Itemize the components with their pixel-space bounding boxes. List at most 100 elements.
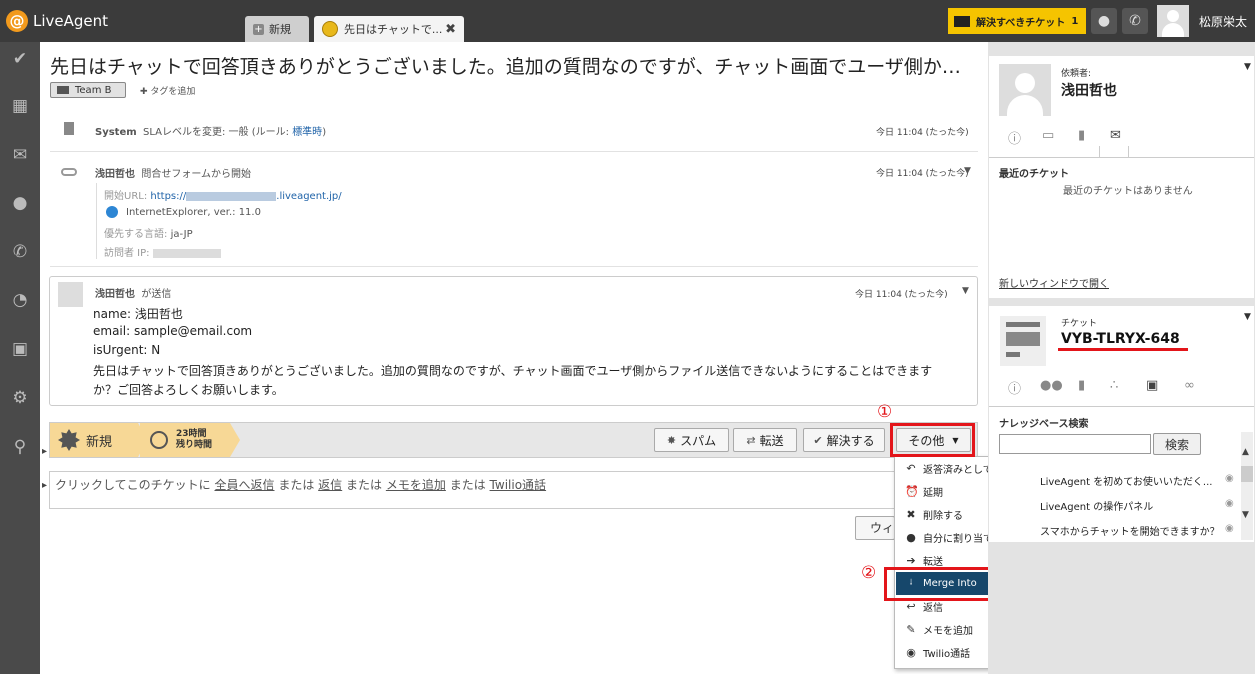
resolve-button[interactable]: ✔ 解決する [803, 428, 885, 452]
envelope-icon [954, 15, 970, 27]
sidebar-reports-icon[interactable]: ◔ [0, 285, 40, 315]
reply-prompt: クリックしてこのチケットに 全員へ返信 または 返信 または メモを追加 または… [55, 476, 546, 493]
spam-button[interactable]: ✸ スパム [654, 428, 729, 452]
users-icon[interactable]: ●● [1040, 378, 1063, 393]
sidebar-knowledgebase-icon[interactable]: ▣ [0, 334, 40, 364]
pending-label: 解決すべきチケット [976, 17, 1066, 29]
recent-tickets-label: 最近のチケット [999, 169, 1069, 180]
eye-icon[interactable]: ◉ [1225, 523, 1234, 534]
book-icon[interactable]: ▣ [1146, 378, 1158, 393]
logo[interactable]: @ LiveAgent [6, 8, 108, 34]
monitor-icon[interactable]: ▭ [1042, 128, 1054, 143]
forward-button[interactable]: ⇄ 転送 [733, 428, 797, 452]
reply-all-link[interactable]: 全員へ返信 [214, 478, 274, 492]
info-icon[interactable]: ⓘ [1008, 128, 1021, 147]
link-icon [61, 168, 77, 176]
message-author: 浅田哲也 [95, 289, 135, 300]
ticket-thumbnail [1000, 316, 1046, 366]
contact-event: 浅田哲也 問合せフォームから開始 [95, 165, 251, 180]
collapse-handle[interactable]: ▸ [42, 446, 47, 457]
kb-search-button[interactable]: 検索 [1153, 433, 1201, 455]
system-time: 今日 11:04 (たった今) [876, 128, 969, 138]
menu-item-label: メモを追加 [923, 626, 973, 637]
system-text-close: ) [322, 127, 327, 138]
sidebar-email-icon[interactable]: ✉ [0, 140, 40, 170]
ticket-title: 先日はチャットで回答頂きありがとうございました。追加の質問なのですが、チャット画… [50, 56, 975, 78]
phone-icon: ✆ [1129, 13, 1141, 29]
logo-text: LiveAgent [33, 12, 109, 30]
envelope-icon[interactable]: ✉ [1110, 128, 1121, 143]
document-icon [64, 122, 74, 135]
eye-icon[interactable]: ◉ [1225, 473, 1234, 484]
chevron-down-icon[interactable]: ▼ [1244, 312, 1251, 322]
sidebar-check-icon[interactable]: ✔ [0, 44, 40, 74]
sla-timer: 23時間 残り時間 [140, 423, 240, 457]
requester-name[interactable]: 浅田哲也 [1061, 80, 1117, 100]
collapse-handle[interactable]: ▸ [42, 480, 47, 491]
chevron-down-icon[interactable]: ▼ [1242, 510, 1249, 520]
annotation-number-2: ② [861, 563, 877, 583]
twilio-call-link[interactable]: Twilio通話 [490, 478, 547, 492]
sidebar-phone-icon[interactable]: ✆ [0, 237, 40, 267]
message-line: isUrgent: N [93, 343, 161, 357]
document-icon[interactable]: ▮ [1078, 128, 1085, 143]
start-url-label: 開始URL: [104, 191, 148, 202]
menu-item-label: 転送 [923, 557, 943, 568]
chevron-down-icon[interactable]: ▼ [962, 286, 969, 296]
tab-new[interactable]: + 新規 [245, 16, 309, 42]
menu-item-label: 削除する [923, 511, 963, 522]
sidebar-search-icon[interactable]: ⚲ [0, 432, 40, 462]
clock-icon [150, 431, 168, 449]
user-avatar[interactable] [1157, 5, 1189, 37]
info-icon[interactable]: ⓘ [1008, 378, 1021, 397]
kb-item[interactable]: LiveAgent の操作パネル [1040, 498, 1220, 513]
plus-icon: + [253, 23, 264, 35]
team-tag[interactable]: Team B [50, 82, 126, 98]
chat-button[interactable]: ● [1091, 8, 1117, 34]
paperclip-icon[interactable]: ∞ [1184, 378, 1195, 393]
message-header: 浅田哲也 が送信 [95, 285, 171, 300]
twilio-icon: ◉ [906, 646, 916, 659]
close-tab-icon[interactable]: ✖ [445, 22, 456, 37]
kb-item[interactable]: スマホからチャットを開始できますか？ [1040, 523, 1220, 538]
new-badge-icon [58, 429, 80, 451]
add-tag-label: タグを追加 [150, 87, 196, 97]
add-tag-link[interactable]: ✚ タグを追加 [140, 84, 195, 97]
requester-label: 依頼者: [1061, 69, 1092, 79]
sidebar-chat-icon[interactable]: ● [0, 188, 40, 218]
document-icon[interactable]: ▮ [1078, 378, 1085, 393]
tab-current-ticket[interactable]: 先日はチャットで... ✖ [314, 16, 464, 42]
contact-time: 今日 11:04 (たった今) [876, 169, 969, 179]
chevron-down-icon[interactable]: ▼ [1244, 62, 1251, 72]
eye-icon[interactable]: ◉ [1225, 498, 1234, 509]
annotation-highlight-other [890, 423, 975, 457]
sidebar-dashboard-icon[interactable]: ▦ [0, 91, 40, 121]
redacted-block [186, 191, 277, 201]
person-icon: ● [906, 531, 916, 544]
chevron-up-icon[interactable]: ▲ [1242, 447, 1249, 457]
window-button[interactable]: ウィンドウ [855, 516, 895, 540]
tab-current-label: 先日はチャットで... [344, 23, 443, 36]
open-new-window-link[interactable]: 新しいウィンドウで開く [999, 275, 1109, 290]
tab-new-label: 新規 [269, 23, 291, 36]
redacted-block [152, 248, 221, 258]
url-suffix: .liveagent.jp/ [276, 191, 342, 202]
add-note-link[interactable]: メモを追加 [386, 478, 446, 492]
no-recent-tickets: 最近のチケットはありません [1063, 186, 1193, 197]
or-text: または [278, 478, 315, 492]
sidebar-settings-icon[interactable]: ⚙ [0, 383, 40, 413]
annotation-number-1: ① [877, 402, 893, 422]
check-icon: ✔ [813, 433, 823, 447]
share-icon[interactable]: ∴ [1110, 378, 1118, 393]
phone-button[interactable]: ✆ [1122, 8, 1148, 34]
kb-search-input[interactable] [999, 434, 1151, 454]
message-time: 今日 11:04 (たった今) [855, 290, 948, 300]
chevron-down-icon[interactable]: ▼ [964, 166, 971, 176]
kb-item[interactable]: LiveAgent を初めてお使いいただく... [1040, 473, 1220, 488]
system-event: System SLAレベルを変更: 一般 (ルール: 標準時) [95, 123, 326, 138]
reply-link[interactable]: 返信 [318, 478, 342, 492]
system-rule-link[interactable]: 標準時 [292, 127, 322, 138]
start-url-link[interactable]: https:// .liveagent.jp/ [150, 191, 341, 202]
user-name[interactable]: 松原栄太 [1199, 13, 1247, 30]
pending-tickets-button[interactable]: 解決すべきチケット 1 [948, 8, 1086, 34]
